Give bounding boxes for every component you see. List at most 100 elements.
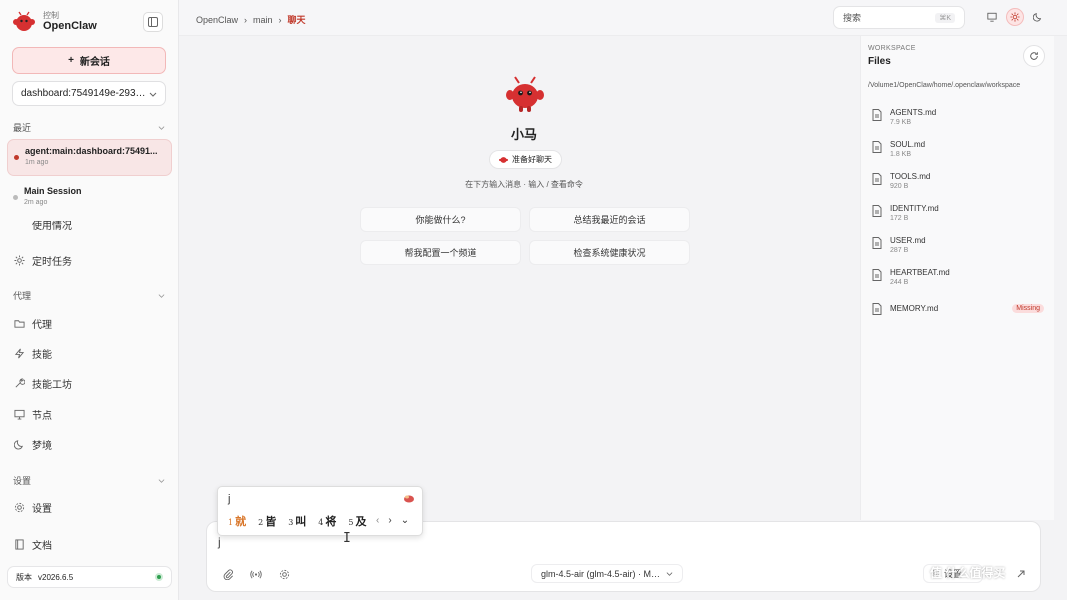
message-input[interactable]: j <box>218 535 221 549</box>
breadcrumb-current: 聊天 <box>287 15 306 25</box>
breadcrumb: OpenClaw › main › 聊天 <box>196 13 306 26</box>
file-name: USER.md <box>890 236 926 245</box>
file-name: IDENTITY.md <box>890 204 939 213</box>
agent-name: 小马 <box>510 127 537 142</box>
theme-dark-button[interactable] <box>1029 8 1047 26</box>
file-name: AGENTS.md <box>890 108 937 117</box>
send-button[interactable] <box>1013 566 1029 582</box>
nav-dreams[interactable]: 梦境 <box>14 436 52 452</box>
file-item[interactable]: TOOLS.md 920 B <box>872 172 1044 190</box>
agents-heading[interactable]: 代理 <box>13 289 165 302</box>
file-item[interactable]: IDENTITY.md 172 B <box>872 204 1044 222</box>
composer-tools <box>221 567 291 581</box>
session-select[interactable]: dashboard:7549149e-2935... <box>12 81 166 106</box>
monitor-icon <box>14 409 25 420</box>
file-item[interactable]: MEMORY.md Missing <box>872 302 1044 315</box>
document-icon <box>872 109 882 121</box>
refresh-button[interactable] <box>1023 45 1045 67</box>
theme-switcher <box>983 8 1047 26</box>
ime-candidate-window: j 1就 2皆 3叫 4将 5及 ‹ › ⌄ <box>217 486 423 536</box>
suggestion-button[interactable]: 帮我配置一个频道 <box>360 240 521 265</box>
sidebar-toggle-icon <box>148 17 158 27</box>
files-section-label: WORKSPACE <box>868 45 916 52</box>
sun-icon <box>1010 12 1020 22</box>
ime-next-icon[interactable]: › <box>388 515 391 526</box>
sidebar: 控制 OpenClaw + 新会话 dashboard:7549149e-293… <box>0 0 179 600</box>
composer-settings-button[interactable] <box>277 567 291 581</box>
file-item[interactable]: SOUL.md 1.8 KB <box>872 140 1044 158</box>
nav-agents[interactable]: 代理 <box>14 315 52 331</box>
breadcrumb-item[interactable]: main <box>253 15 273 25</box>
chevron-down-icon <box>666 572 673 576</box>
file-size: 287 B <box>890 247 909 254</box>
lightning-icon <box>14 348 25 358</box>
agent-avatar-icon <box>506 76 544 112</box>
document-icon <box>872 237 882 249</box>
nav-usage[interactable]: 使用情况 <box>14 221 72 232</box>
file-item[interactable]: AGENTS.md 7.9 KB <box>872 108 1044 126</box>
recent-session-title: Main Session <box>24 186 82 196</box>
nav-cron[interactable]: 定时任务 <box>14 252 72 268</box>
file-name: TOOLS.md <box>890 172 931 181</box>
model-select-value: glm-4.5-air (glm-4.5-air) · Me... <box>541 568 662 579</box>
wrench-icon <box>15 377 25 387</box>
document-icon <box>872 303 882 315</box>
collapse-sidebar-button[interactable] <box>143 12 163 32</box>
ime-candidate[interactable]: 2皆 <box>258 513 276 529</box>
new-chat-button[interactable]: + 新会话 <box>12 47 166 74</box>
monitor-icon <box>987 12 997 22</box>
nav-skill-workshop[interactable]: 技能工坊 <box>14 375 72 391</box>
recent-heading[interactable]: 最近 <box>13 121 165 134</box>
model-select[interactable]: glm-4.5-air (glm-4.5-air) · Me... <box>531 564 683 583</box>
ime-logo-icon <box>404 495 414 503</box>
ready-badge-label: 准备好聊天 <box>512 155 552 164</box>
recent-session-item[interactable]: agent:main:dashboard:75491... 1m ago <box>7 139 172 176</box>
ime-candidate[interactable]: 3叫 <box>288 513 306 529</box>
session-select-value: dashboard:7549149e-2935... <box>21 88 149 99</box>
breadcrumb-separator-icon: › <box>278 14 282 25</box>
suggestion-button[interactable]: 你能做什么? <box>360 207 521 232</box>
chat-area: 小马 准备好聊天 在下方输入消息 · 输入 / 查看命令 你能做什么? 总结我最… <box>179 36 859 516</box>
search-shortcut: ⌘K <box>935 12 955 23</box>
version-value: v2026.6.5 <box>38 572 74 582</box>
file-item[interactable]: USER.md 287 B <box>872 236 1044 254</box>
file-item[interactable]: HEARTBEAT.md 244 B <box>872 268 1044 286</box>
voice-button[interactable] <box>249 567 263 581</box>
nav-usage-label: 使用情况 <box>32 221 72 232</box>
theme-light-button[interactable] <box>1006 8 1024 26</box>
ready-badge: 准备好聊天 <box>489 150 562 169</box>
folder-icon <box>14 319 25 328</box>
refresh-icon <box>1030 52 1038 60</box>
ime-candidate[interactable]: 4将 <box>318 513 336 529</box>
ime-composition: j <box>228 493 231 505</box>
theme-system-button[interactable] <box>983 8 1001 26</box>
ime-candidate[interactable]: 5及 <box>348 513 366 529</box>
search-input[interactable]: 搜索 ⌘K <box>833 6 965 29</box>
file-size: 244 B <box>890 279 909 286</box>
input-hint: 在下方输入消息 · 输入 / 查看命令 <box>465 180 583 189</box>
settings-heading[interactable]: 设置 <box>13 474 165 487</box>
chevron-down-icon <box>158 479 165 483</box>
ime-expand-icon[interactable]: ⌄ <box>401 515 409 526</box>
brand[interactable]: 控制 OpenClaw <box>12 10 97 34</box>
recent-session-time: 1m ago <box>25 159 49 166</box>
ime-paging: ‹ › ⌄ <box>376 515 409 526</box>
nav-settings[interactable]: 设置 <box>14 499 52 515</box>
suggestion-button[interactable]: 总结我最近的会话 <box>529 207 690 232</box>
nav-skills[interactable]: 技能 <box>14 345 52 361</box>
document-icon <box>872 205 882 217</box>
workspace-path: /Volume1/OpenClaw/home/.openclaw/workspa… <box>868 82 1021 89</box>
recent-session-item[interactable]: Main Session 2m ago <box>7 180 172 217</box>
breadcrumb-item[interactable]: OpenClaw <box>196 15 238 25</box>
version-label: 版本 <box>16 572 32 582</box>
brand-subtitle: 控制 <box>43 11 59 20</box>
suggestion-button[interactable]: 检查系统健康状况 <box>529 240 690 265</box>
nav-nodes[interactable]: 节点 <box>14 406 52 422</box>
nav-docs[interactable]: 文档 <box>14 536 52 552</box>
moon-icon <box>1033 13 1042 22</box>
ime-candidate[interactable]: 1就 <box>228 513 246 529</box>
recent-session-time: 2m ago <box>24 199 48 206</box>
attach-button[interactable] <box>221 567 235 581</box>
breadcrumb-separator-icon: › <box>244 14 248 25</box>
ime-prev-icon[interactable]: ‹ <box>376 515 379 526</box>
